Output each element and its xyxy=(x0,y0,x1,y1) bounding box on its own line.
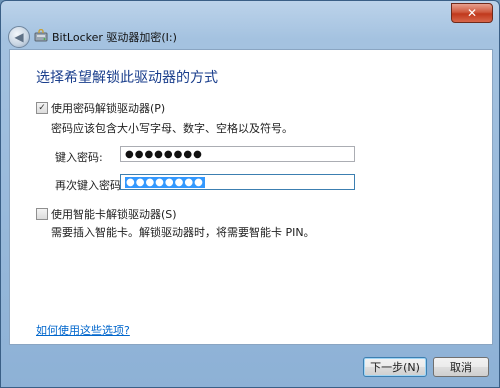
bitlocker-drive-icon xyxy=(34,29,48,42)
enter-password-label: 键入密码: xyxy=(55,151,103,164)
reenter-password-value: ●●●●●●●● xyxy=(125,176,205,188)
back-arrow-icon: ◀ xyxy=(14,30,24,44)
smartcard-hint: 需要插入智能卡。解锁驱动器时，将需要智能卡 PIN。 xyxy=(51,226,315,239)
password-hint: 密码应该包含大小写字母、数字、空格以及符号。 xyxy=(51,122,293,135)
help-link[interactable]: 如何使用这些选项? xyxy=(36,322,130,338)
close-icon: ✕ xyxy=(466,6,478,20)
use-smartcard-label[interactable]: 使用智能卡解锁驱动器(S) xyxy=(51,206,177,222)
cancel-button-label: 取消 xyxy=(450,361,472,374)
wizard-content: 选择希望解锁此驱动器的方式 ✓ 使用密码解锁驱动器(P) 密码应该包含大小写字母… xyxy=(9,49,493,345)
next-button[interactable]: 下一步(N) xyxy=(363,357,427,377)
reenter-password-field[interactable]: ●●●●●●●● xyxy=(120,174,355,190)
next-button-label: 下一步(N) xyxy=(370,361,420,374)
cancel-button[interactable]: 取消 xyxy=(433,357,489,377)
enter-password-field[interactable]: ●●●●●●●● xyxy=(120,146,355,162)
enter-password-value: ●●●●●●●● xyxy=(125,148,203,160)
page-heading: 选择希望解锁此驱动器的方式 xyxy=(36,70,218,86)
use-smartcard-checkbox[interactable] xyxy=(36,208,48,220)
title-bar: ✕ ◀ BitLocker 驱动器加密(I:) xyxy=(1,1,499,48)
bitlocker-wizard-window: ✕ ◀ BitLocker 驱动器加密(I:) 选择希望解锁此驱动器的方式 ✓ … xyxy=(0,0,500,388)
window-title: BitLocker 驱动器加密(I:) xyxy=(52,31,177,44)
back-button[interactable]: ◀ xyxy=(8,26,30,48)
close-button[interactable]: ✕ xyxy=(451,3,493,23)
checkmark-icon: ✓ xyxy=(38,102,46,113)
use-password-label[interactable]: 使用密码解锁驱动器(P) xyxy=(51,100,165,116)
reenter-password-label: 再次键入密码: xyxy=(55,179,125,192)
use-password-checkbox[interactable]: ✓ xyxy=(36,102,48,114)
